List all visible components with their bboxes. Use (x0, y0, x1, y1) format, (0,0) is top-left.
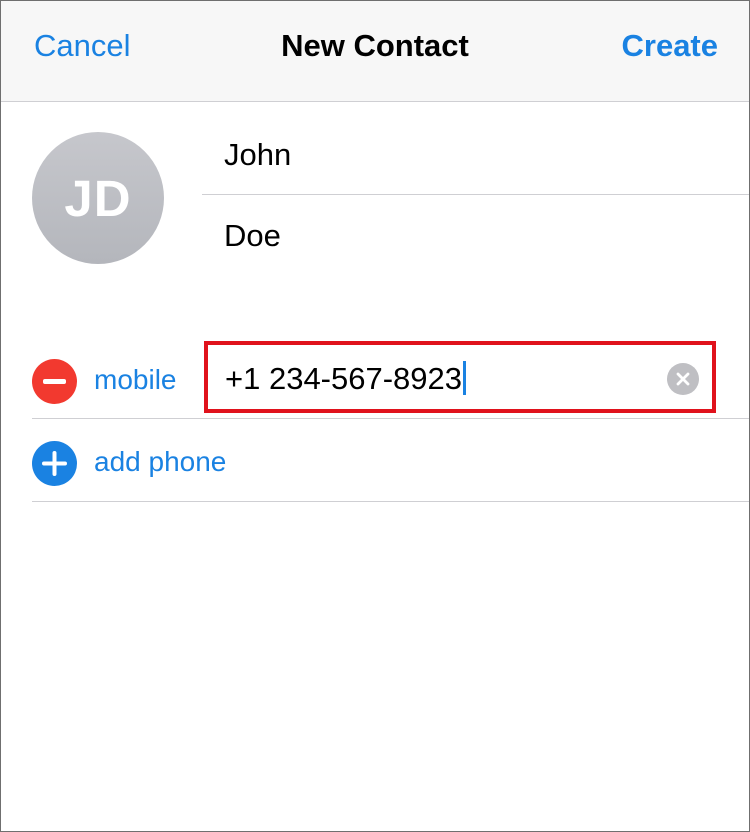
phone-number-text: +1 234-567-8923 (225, 361, 463, 396)
minus-bar (43, 379, 66, 384)
contact-editor-screen: Cancel New Contact Create JD John Doe mo… (0, 0, 750, 832)
clear-circle-icon[interactable] (667, 363, 699, 395)
first-name-field[interactable]: John (202, 115, 749, 195)
clear-x-glyph (676, 372, 690, 386)
create-button[interactable]: Create (622, 28, 719, 64)
phone-type-label[interactable]: mobile (94, 363, 176, 397)
phone-number-value: +1 234-567-8923 (225, 361, 467, 397)
navigation-bar: Cancel New Contact Create (1, 1, 749, 102)
last-name-field[interactable]: Doe (202, 196, 749, 276)
plus-glyph (42, 451, 67, 476)
text-caret (463, 361, 467, 395)
add-phone-label[interactable]: add phone (94, 445, 226, 479)
avatar-initials: JD (64, 169, 132, 227)
phone-number-input[interactable]: +1 234-567-8923 (204, 341, 716, 413)
phone-row: mobile +1 234-567-8923 (32, 339, 749, 419)
avatar[interactable]: JD (32, 132, 164, 264)
add-phone-row[interactable]: add phone (32, 421, 749, 502)
minus-circle-icon[interactable] (32, 359, 77, 404)
plus-circle-icon[interactable] (32, 441, 77, 486)
